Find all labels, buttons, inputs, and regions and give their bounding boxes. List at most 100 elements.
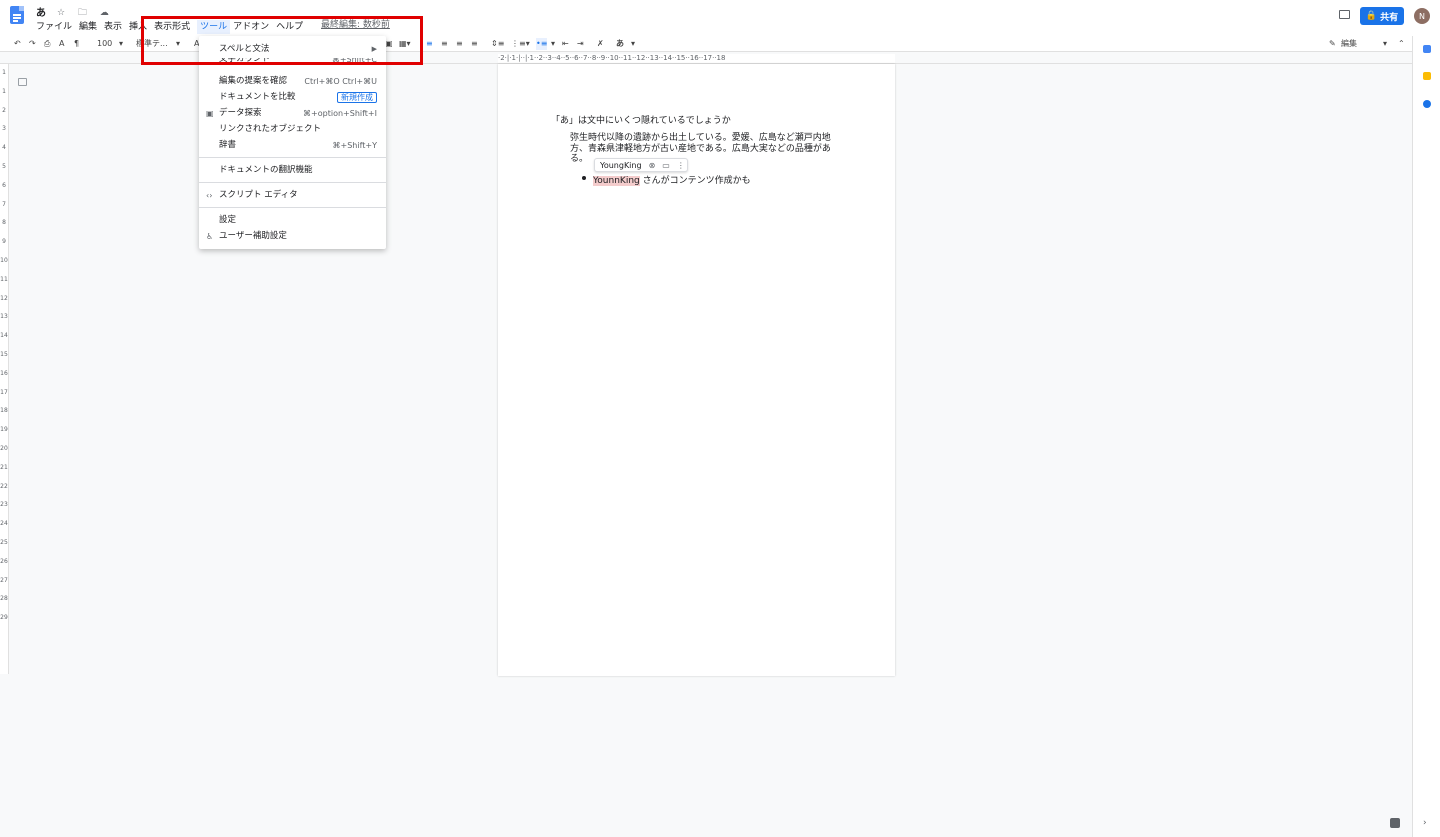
vertical-ruler-tick: 2 — [2, 106, 6, 114]
input-tools-chevron-icon[interactable]: ▾ — [631, 38, 635, 50]
menu-edit[interactable]: 編集 — [79, 20, 101, 34]
menu-item-explore[interactable]: ▣ データ探索 ⌘+option+Shift+I — [199, 106, 386, 121]
share-label: 共有 — [1380, 12, 1399, 23]
menu-item-dictionary[interactable]: 辞書 ⌘+Shift+Y — [199, 138, 386, 153]
bulleted-list-icon[interactable]: •≡ — [536, 38, 548, 50]
vertical-ruler-tick: 9 — [2, 238, 6, 246]
vertical-ruler-tick: 10 — [0, 256, 8, 264]
increase-indent-icon[interactable]: ⇥ — [577, 38, 584, 50]
vertical-ruler-tick: 15 — [0, 350, 8, 358]
lock-icon: 🔒 — [1365, 11, 1378, 21]
docs-logo-icon[interactable] — [10, 6, 24, 24]
menu-item-translate[interactable]: ドキュメントの翻訳機能 — [199, 163, 386, 178]
comment-history-icon[interactable] — [1339, 10, 1350, 19]
menu-item-script-editor[interactable]: ‹› スクリプト エディタ — [199, 188, 386, 203]
editing-mode-chevron-icon[interactable]: ▾ — [1383, 38, 1387, 50]
menu-item-compare[interactable]: ドキュメントを比較 新規作成 — [199, 90, 386, 105]
bullet-dot — [582, 176, 586, 180]
tasks-icon[interactable] — [1423, 100, 1431, 108]
title-actions-icons[interactable]: ☆ 🗀 ☁ — [57, 5, 114, 21]
highlight-box — [141, 16, 423, 65]
vertical-ruler-tick: 16 — [0, 369, 8, 377]
vertical-ruler-tick: 21 — [0, 463, 8, 471]
clear-formatting-icon[interactable]: ✗ — [597, 38, 604, 50]
keep-icon[interactable] — [1423, 72, 1431, 80]
comment-suggestion-icon[interactable]: ▭ — [662, 161, 670, 170]
suggested-name-text[interactable]: YounnKing — [593, 176, 640, 186]
vertical-ruler-tick: 18 — [0, 407, 8, 415]
vertical-ruler-tick: 20 — [0, 444, 8, 452]
decrease-indent-icon[interactable]: ⇤ — [562, 38, 569, 50]
share-button[interactable]: 🔒 共有 — [1360, 7, 1404, 25]
vertical-ruler-tick: 29 — [0, 614, 8, 622]
align-left-icon[interactable]: ≡ — [426, 38, 433, 50]
vertical-ruler-tick: 1 — [2, 87, 6, 95]
vertical-ruler-tick: 17 — [0, 388, 8, 396]
more-options-icon[interactable]: ⋮ — [677, 161, 685, 170]
undo-icon[interactable]: ↶ — [14, 38, 21, 50]
account-avatar[interactable]: N — [1414, 8, 1430, 24]
menu-separator — [199, 182, 386, 183]
calendar-icon[interactable] — [1423, 45, 1431, 53]
vertical-ruler-tick: 22 — [0, 482, 8, 490]
line-spacing-icon[interactable]: ⇕≡ — [491, 38, 504, 50]
vertical-ruler-tick: 1 — [2, 69, 6, 76]
vertical-ruler-tick: 8 — [2, 219, 6, 227]
align-right-icon[interactable]: ≡ — [456, 38, 463, 50]
menu-separator — [199, 207, 386, 208]
vertical-ruler[interactable]: 1 1 2 3 4 5 6 7 8 9 10 11 12 13 14 15 16 17 18 19 20 21 22 23 24… — [0, 64, 9, 674]
bullet-rest-text[interactable]: さんがコンテンツ作成かも — [640, 176, 751, 186]
bullet-item-text[interactable]: YounnKing さんがコンテンツ作成かも — [593, 173, 751, 186]
suggestion-author: YoungKing — [600, 160, 642, 170]
horizontal-ruler[interactable]: ·2·|·1·|··|·1··2··3··4··5··6··7··8··9··1… — [498, 54, 895, 63]
menu-view[interactable]: 表示 — [104, 20, 126, 34]
editing-mode-select[interactable]: 編集 — [1341, 38, 1357, 50]
vertical-ruler-tick: 13 — [0, 313, 8, 321]
input-tools-button[interactable]: あ — [616, 38, 624, 50]
pencil-icon: ✎ — [1329, 39, 1336, 48]
expand-panel-icon[interactable]: › — [1423, 818, 1427, 828]
align-center-icon[interactable]: ≡ — [441, 38, 448, 50]
vertical-ruler-tick: 27 — [0, 576, 8, 584]
vertical-ruler-tick: 26 — [0, 557, 8, 565]
vertical-ruler-tick: 7 — [2, 200, 6, 208]
vertical-ruler-tick: 14 — [0, 332, 8, 340]
vertical-ruler-tick: 25 — [0, 538, 8, 546]
document-title[interactable]: あ — [36, 4, 46, 19]
code-icon: ‹› — [206, 191, 213, 200]
collapse-menus-icon[interactable]: ⌃ — [1398, 38, 1405, 50]
print-icon[interactable]: ⎙ — [44, 38, 50, 50]
vertical-ruler-tick: 23 — [0, 501, 8, 509]
spellcheck-icon[interactable]: A — [59, 38, 64, 50]
bulleted-list-chevron-icon[interactable]: ▾ — [551, 38, 555, 50]
align-justify-icon[interactable]: ≡ — [471, 38, 478, 50]
menu-file[interactable]: ファイル — [36, 20, 76, 34]
zoom-chevron-icon[interactable]: ▾ — [119, 38, 123, 50]
vertical-ruler-tick: 5 — [2, 162, 6, 170]
explore-icon: ▣ — [206, 109, 214, 118]
vertical-ruler-tick: 28 — [0, 595, 8, 603]
menu-item-preferences[interactable]: 設定 — [199, 213, 386, 228]
menu-separator — [199, 157, 386, 158]
side-panel — [1412, 36, 1440, 837]
explore-button-icon[interactable] — [1390, 818, 1400, 828]
menu-item-review-edits[interactable]: 編集の提案を確認 Ctrl+⌘O Ctrl+⌘U — [199, 74, 386, 89]
vertical-ruler-tick: 4 — [2, 144, 6, 152]
new-badge: 新規作成 — [337, 92, 377, 103]
redo-icon[interactable]: ↷ — [29, 38, 36, 50]
zoom-select[interactable]: 100 — [97, 38, 112, 50]
vertical-ruler-tick: 24 — [0, 520, 8, 528]
accessibility-icon: ♿ — [206, 232, 214, 241]
reject-suggestion-icon[interactable]: ⊗ — [649, 161, 656, 170]
vertical-ruler-tick: 6 — [2, 181, 6, 189]
vertical-ruler-tick: 11 — [0, 275, 8, 283]
paint-format-icon[interactable]: ¶ — [74, 38, 79, 50]
suggestion-chip[interactable]: YoungKing ⊗ ▭ ⋮ — [594, 158, 688, 172]
tools-dropdown-menu: スペルと文法 ▶ 文字カウント ⌘+Shift+C 編集の提案を確認 Ctrl+… — [199, 36, 386, 249]
doc-heading-text[interactable]: 「あ」は文中にいくつ隠れているでしょうか — [551, 113, 731, 126]
vertical-ruler-tick: 3 — [2, 125, 6, 133]
menu-item-linked-objects[interactable]: リンクされたオブジェクト — [199, 122, 386, 137]
numbered-list-icon[interactable]: ⋮≡▾ — [511, 38, 530, 50]
document-outline-icon[interactable] — [18, 78, 27, 86]
menu-item-accessibility[interactable]: ♿ ユーザー補助設定 — [199, 229, 386, 244]
